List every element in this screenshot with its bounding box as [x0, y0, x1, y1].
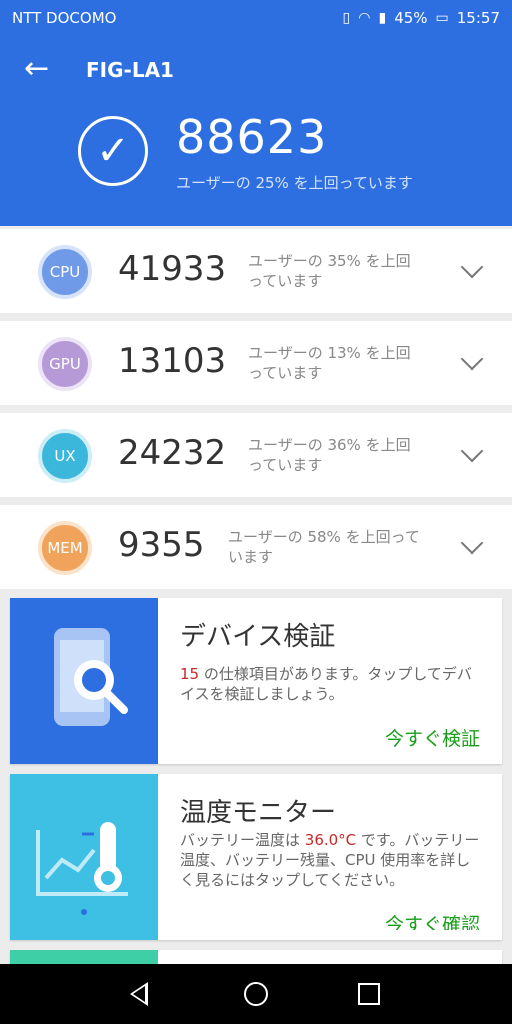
device-verify-title: デバイス検証 [180, 622, 336, 652]
back-arrow-icon[interactable]: ← [24, 54, 49, 84]
wifi-icon: ◠ [358, 10, 371, 26]
status-bar: NTT DOCOMO ▯ ◠ ▮ 45% ▭ 15:57 [0, 0, 512, 36]
gpu-desc: ユーザーの 13% を上回っています [248, 344, 411, 382]
temp-monitor-card[interactable]: 温度モニター バッテリー温度は 36.0°C です。バッテリー温度、バッテリー残… [10, 774, 502, 940]
phone-search-icon [54, 628, 128, 726]
total-score-desc: ユーザーの 25% を上回っています [176, 174, 413, 192]
score-header: ← FIG-LA1 ✓ 88623 ユーザーの 25% を上回っています [0, 36, 512, 226]
clock: 15:57 [456, 9, 500, 27]
cpu-desc: ユーザーの 35% を上回っています [248, 252, 411, 290]
verify-now-link[interactable]: 今すぐ検証 [385, 724, 480, 751]
cpu-badge: CPU [38, 245, 92, 299]
nav-recent-apps-icon[interactable] [358, 983, 380, 1005]
device-verify-text: 15 の仕様項目があります。タップしてデバイスを検証しましょう。 [180, 664, 480, 704]
battery-percent: 45% [394, 9, 428, 27]
chevron-down-icon[interactable] [460, 531, 484, 555]
temp-monitor-text: バッテリー温度は 36.0°C です。バッテリー温度、バッテリー残量、CPU 使… [180, 830, 480, 890]
score-row-gpu[interactable]: GPU 13103 ユーザーの 13% を上回っています [0, 321, 512, 405]
ux-score: 24232 [118, 433, 227, 473]
device-verify-card[interactable]: デバイス検証 15 の仕様項目があります。タップしてデバイスを検証しましょう。 … [10, 598, 502, 764]
vibrate-icon: ▯ [342, 10, 351, 26]
thermometer-chart-icon [36, 822, 128, 915]
signal-icon: ▮ [378, 10, 387, 26]
device-verify-panel [10, 598, 158, 764]
ux-desc: ユーザーの 36% を上回っています [248, 436, 411, 474]
battery-icon: ▭ [435, 10, 449, 26]
temp-monitor-panel [10, 774, 158, 940]
cpu-score: 41933 [118, 249, 227, 289]
chevron-down-icon[interactable] [460, 255, 484, 279]
temp-monitor-title: 温度モニター [180, 798, 337, 828]
score-row-mem[interactable]: MEM 9355 ユーザーの 58% を上回っています [0, 505, 512, 589]
chevron-down-icon[interactable] [460, 347, 484, 371]
nav-back-icon[interactable] [130, 982, 148, 1006]
ux-badge: UX [38, 429, 92, 483]
gpu-score: 13103 [118, 341, 227, 381]
carrier-label: NTT DOCOMO [12, 9, 117, 27]
system-nav-bar [0, 964, 512, 1024]
spec-count: 15 [180, 665, 200, 683]
score-row-cpu[interactable]: CPU 41933 ユーザーの 35% を上回っています [0, 229, 512, 313]
total-score: 88623 [176, 110, 328, 164]
checkmark-icon: ✓ [78, 116, 148, 186]
score-row-ux[interactable]: UX 24232 ユーザーの 36% を上回っています [0, 413, 512, 497]
mem-desc: ユーザーの 58% を上回っています [228, 528, 420, 566]
mem-score: 9355 [118, 525, 205, 565]
gpu-badge: GPU [38, 337, 92, 391]
chevron-down-icon[interactable] [460, 439, 484, 463]
nav-home-icon[interactable] [244, 982, 268, 1006]
temp-text-before: バッテリー温度は [180, 831, 305, 849]
mem-badge: MEM [38, 521, 92, 575]
check-now-link[interactable]: 今すぐ確認 [385, 910, 480, 930]
device-verify-body: の仕様項目があります。タップしてデバイスを検証しましょう。 [180, 665, 472, 703]
battery-temp: 36.0°C [304, 831, 357, 849]
device-name: FIG-LA1 [86, 58, 174, 82]
